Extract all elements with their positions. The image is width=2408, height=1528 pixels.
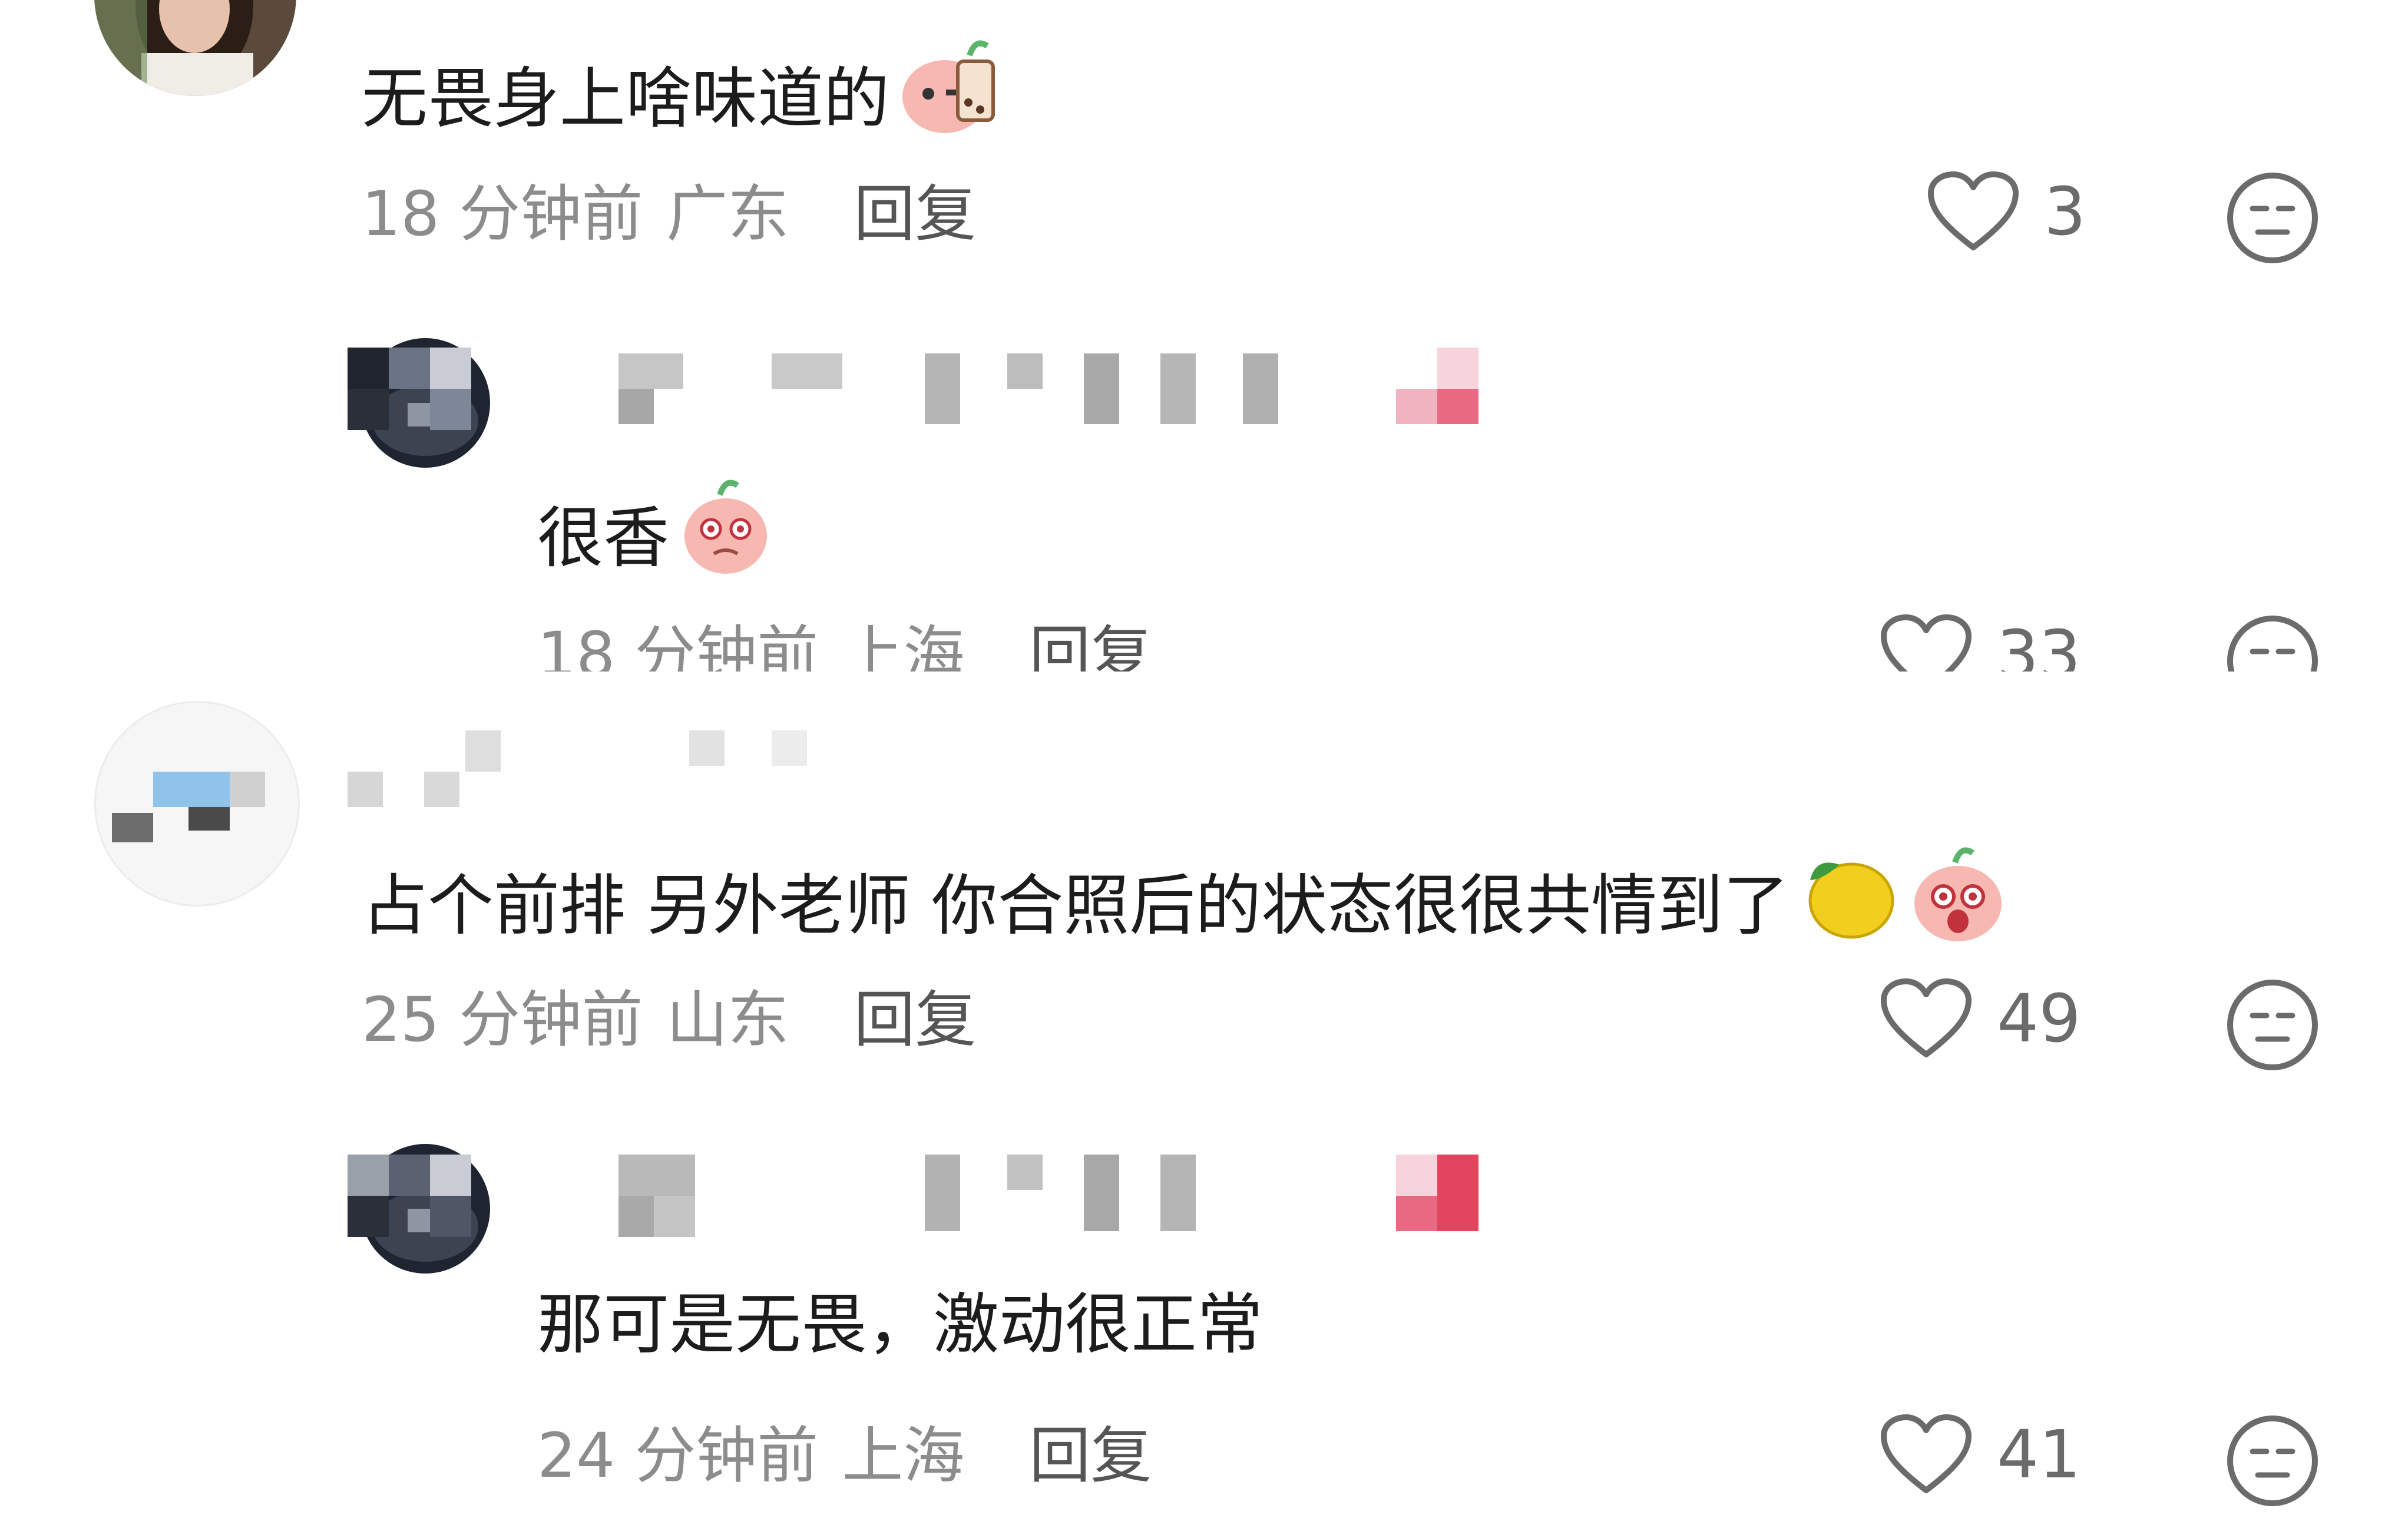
reply-button[interactable]: 回复 [1029, 619, 1152, 672]
peach-surprised-sticker [1908, 845, 2008, 967]
redacted-nickname [348, 348, 1555, 430]
like-button[interactable]: 3 [1926, 171, 2086, 253]
redacted-nickname [112, 730, 878, 848]
like-count: 41 [1997, 1417, 2081, 1493]
reply-text: 那可是无畏，激动很正常 [537, 1286, 1263, 1363]
reply-meta: 24 分钟前 上海 回复 [537, 1417, 1152, 1494]
redacted-nickname [348, 1155, 1555, 1243]
like-button[interactable]: 41 [1879, 1414, 2081, 1496]
dislike-icon[interactable] [2225, 978, 2320, 1074]
dislike-icon[interactable] [2225, 171, 2320, 267]
peach-shy-sticker [679, 477, 773, 599]
lemon-emoji [1798, 845, 1898, 967]
reply-button[interactable]: 回复 [854, 984, 976, 1056]
heart-icon [1928, 171, 2019, 250]
reply-button[interactable]: 回复 [1029, 1420, 1152, 1491]
comment-region: 广东 [666, 178, 789, 250]
like-count: 49 [1997, 981, 2081, 1057]
heart-icon [1881, 1414, 1972, 1493]
like-button[interactable]: 49 [1879, 978, 2081, 1060]
dislike-icon[interactable] [2225, 1414, 2320, 1510]
heart-icon [1881, 614, 1972, 672]
commenter-avatar[interactable] [94, 0, 296, 96]
peach-milk-tea-sticker [899, 38, 1005, 160]
reply-region: 上海 [842, 619, 965, 672]
reply-text: 很香 [537, 477, 773, 599]
reply-time: 24 分钟前 [537, 1420, 819, 1491]
comment-text: 无畏身上啥味道的 [362, 38, 1005, 160]
reply-region: 上海 [842, 1420, 965, 1491]
comment-meta: 25 分钟前 山东 回复 [362, 981, 976, 1058]
comment-meta: 18 分钟前 广东 回复 [362, 176, 976, 252]
comment-text: 占个前排 另外老师 你合照后的状态很很共情到了 [362, 845, 2008, 967]
like-button[interactable]: 33 [1879, 614, 2081, 672]
heart-icon [1881, 978, 1972, 1057]
reply-time: 18 分钟前 [537, 619, 819, 672]
reply-button[interactable]: 回复 [854, 178, 976, 250]
like-count: 33 [1997, 617, 2081, 672]
comment-region: 山东 [666, 984, 789, 1056]
reply-meta: 18 分钟前 上海 回复 [537, 616, 1152, 672]
comment-time: 18 分钟前 [362, 178, 643, 250]
like-count: 3 [2044, 174, 2086, 250]
comment-time: 25 分钟前 [362, 984, 643, 1056]
dislike-icon[interactable] [2225, 614, 2320, 672]
